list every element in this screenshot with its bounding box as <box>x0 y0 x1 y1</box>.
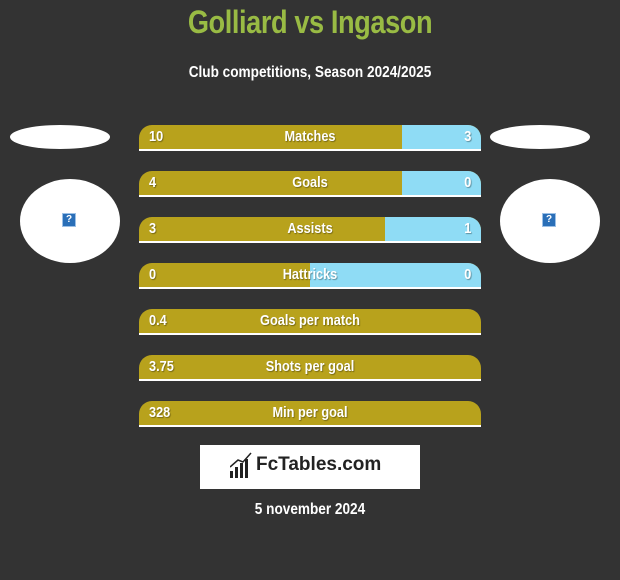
left-value: 4 <box>149 174 157 191</box>
left-value: 10 <box>149 128 164 145</box>
right-value: 3 <box>463 128 471 145</box>
stat-label: Goals <box>292 174 328 191</box>
stat-label: Shots per goal <box>265 358 355 375</box>
page-title: Golliard vs Ingason <box>187 4 433 40</box>
stat-bar-min-per-goal: Min per goal 328 <box>139 401 481 427</box>
stat-label: Assists <box>287 220 333 237</box>
left-team-name-placeholder <box>10 125 110 149</box>
right-team-logo: ? <box>500 179 600 263</box>
right-value: 1 <box>463 220 471 237</box>
report-date: 5 november 2024 <box>254 501 366 518</box>
stat-bar-goals: Goals 4 0 <box>139 171 481 197</box>
stat-bar-hattricks: Hattricks 0 0 <box>139 263 481 289</box>
brand-name: FcTables.com <box>256 454 382 475</box>
question-mark-icon: ? <box>62 213 76 227</box>
left-value: 0 <box>149 266 157 283</box>
right-value: 0 <box>463 174 471 191</box>
stat-bar-matches: Matches 10 3 <box>139 125 481 151</box>
stat-bar-goals-per-match: Goals per match 0.4 <box>139 309 481 335</box>
left-value: 3.75 <box>149 358 174 375</box>
stat-bar-shots-per-goal: Shots per goal 3.75 <box>139 355 481 381</box>
stat-label: Goals per match <box>260 312 360 329</box>
question-mark-icon: ? <box>542 213 556 227</box>
right-team-name-placeholder <box>490 125 590 149</box>
stat-label: Min per goal <box>272 404 348 421</box>
page-subtitle: Club competitions, Season 2024/2025 <box>188 64 432 81</box>
bar-chart-icon <box>230 452 252 478</box>
stat-bar-assists: Assists 3 1 <box>139 217 481 243</box>
left-value: 3 <box>149 220 157 237</box>
left-team-logo: ? <box>20 179 120 263</box>
stat-label: Matches <box>284 128 336 145</box>
left-value: 328 <box>149 404 171 421</box>
fctables-logo[interactable]: FcTables.com <box>200 445 420 489</box>
stat-label: Hattricks <box>282 266 338 283</box>
left-value: 0.4 <box>149 312 167 329</box>
right-value: 0 <box>463 266 471 283</box>
